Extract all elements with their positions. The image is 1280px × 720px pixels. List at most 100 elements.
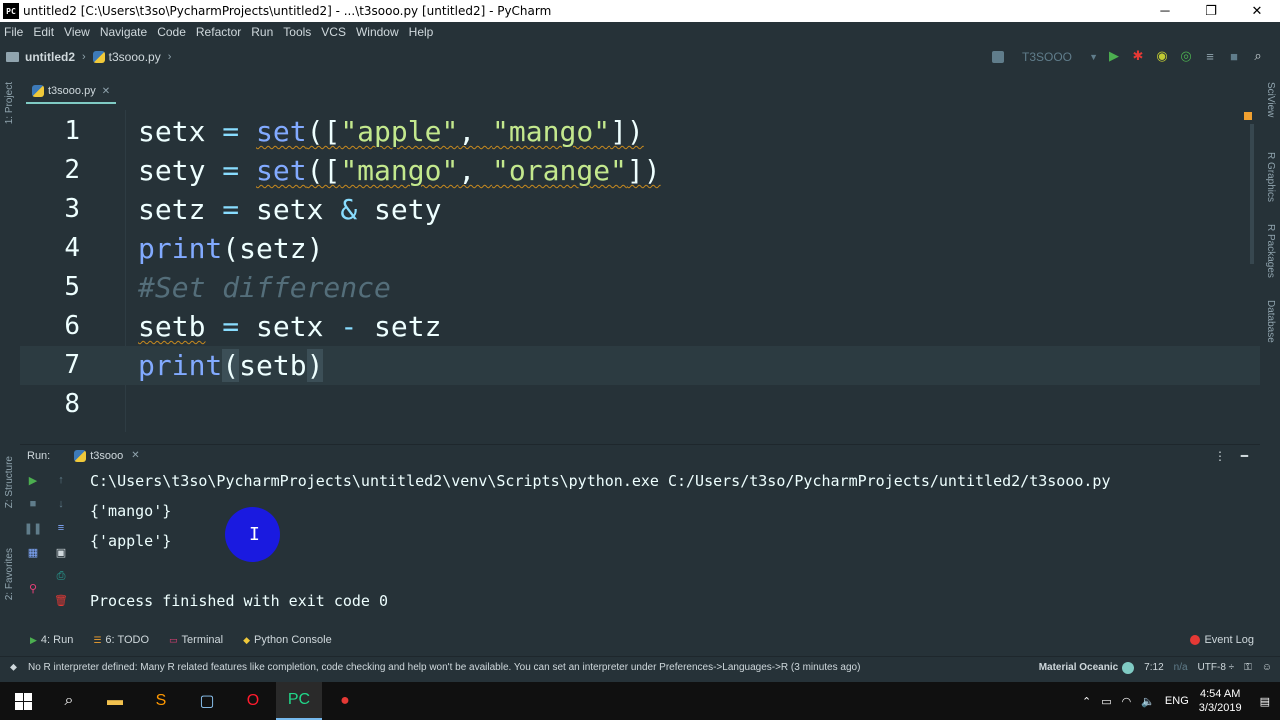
window-app-icon[interactable]: ▢ xyxy=(184,682,230,720)
print-icon[interactable]: ⎙ xyxy=(53,568,69,584)
menu-refactor[interactable]: Refactor xyxy=(196,25,241,39)
python-console-tool-button[interactable]: ◆ Python Console xyxy=(243,634,332,646)
favorites-tool-tab[interactable]: 2: Favorites xyxy=(4,548,15,600)
run-tool-button[interactable]: ▶ 4: Run xyxy=(30,634,73,646)
down-arrow-icon[interactable]: ↓ xyxy=(53,496,69,512)
wifi-icon[interactable]: ◠ xyxy=(1122,695,1132,708)
hide-panel-icon[interactable]: ━ xyxy=(1241,449,1248,463)
run-icon[interactable]: ▶ xyxy=(1106,48,1122,64)
soft-wrap-icon[interactable]: ≡ xyxy=(53,520,69,536)
minimize-button[interactable]: ─ xyxy=(1142,0,1188,22)
file-encoding[interactable]: UTF-8 ÷ xyxy=(1198,662,1235,673)
up-arrow-icon[interactable]: ↑ xyxy=(53,472,69,488)
line-number: 1 xyxy=(64,116,80,146)
pycharm-taskbar-icon[interactable]: PC xyxy=(276,682,322,720)
code-line: 8 xyxy=(20,385,1260,424)
close-button[interactable]: ✕ xyxy=(1234,0,1280,22)
close-icon[interactable]: ✕ xyxy=(102,86,110,97)
window-controls: ─ ❐ ✕ xyxy=(1142,0,1280,22)
warning-marker-icon[interactable] xyxy=(1244,112,1252,120)
folder-icon xyxy=(6,52,19,62)
r-packages-tool-tab[interactable]: R Packages xyxy=(1265,224,1276,278)
line-number: 4 xyxy=(64,233,80,263)
theme-name[interactable]: Material Oceanic xyxy=(1039,662,1118,673)
chevron-right-icon: › xyxy=(82,51,86,63)
breadcrumb-file[interactable]: t3sooo.py xyxy=(109,50,161,64)
recorder-icon[interactable]: ● xyxy=(322,682,368,720)
clock[interactable]: 4:54 AM 3/3/2019 xyxy=(1199,687,1242,715)
search-icon[interactable]: ⌕ xyxy=(46,682,92,720)
search-everywhere-icon[interactable]: ⌕ xyxy=(1250,48,1266,64)
code-line: 3 setz = setx & sety xyxy=(20,190,1260,229)
opera-browser-icon[interactable]: O xyxy=(230,682,276,720)
code-text: sety = set(["mango", "orange"]) xyxy=(138,154,661,187)
line-number: 2 xyxy=(64,155,80,185)
structure-tool-tab[interactable]: Z: Structure xyxy=(4,456,15,508)
database-tool-tab[interactable]: Database xyxy=(1265,300,1276,343)
line-separator[interactable]: n/a xyxy=(1174,662,1188,673)
event-log-button[interactable]: Event Log xyxy=(1190,634,1254,646)
chevron-up-icon[interactable]: ⌃ xyxy=(1082,695,1091,708)
todo-tool-button[interactable]: ☰ 6: TODO xyxy=(93,634,149,646)
sublime-text-icon[interactable]: S xyxy=(138,682,184,720)
file-explorer-icon[interactable]: ▬ xyxy=(92,682,138,720)
menu-edit[interactable]: Edit xyxy=(33,25,54,39)
menu-vcs[interactable]: VCS xyxy=(321,25,346,39)
menu-window[interactable]: Window xyxy=(356,25,399,39)
lock-icon[interactable]: ⚿ xyxy=(1244,662,1252,673)
r-graphics-tool-tab[interactable]: R Graphics xyxy=(1265,152,1276,202)
breadcrumb-project[interactable]: untitled2 xyxy=(25,50,75,64)
debug-icon[interactable]: ✱ xyxy=(1130,48,1146,64)
line-number: 8 xyxy=(64,389,80,419)
menu-help[interactable]: Help xyxy=(409,25,434,39)
stop-icon[interactable]: ■ xyxy=(1226,48,1242,64)
run-configuration-select[interactable]: T3SOOO ▼ xyxy=(986,47,1098,67)
concurrency-icon[interactable]: ≡ xyxy=(1202,48,1218,64)
rerun-icon[interactable]: ▶ xyxy=(25,472,41,488)
volume-icon[interactable]: 🔈 xyxy=(1141,695,1155,708)
menu-navigate[interactable]: Navigate xyxy=(100,25,147,39)
editor-tabs: t3sooo.py ✕ xyxy=(20,78,1260,104)
pin-icon[interactable]: ⚲ xyxy=(25,580,41,596)
run-panel-toolbar: ▶ ↑ ■ ↓ ❚❚ ≡ ▦ ▣ ⎙ ⚲ 🗑 xyxy=(20,466,76,626)
scroll-to-end-icon[interactable]: ▣ xyxy=(53,544,69,560)
inspector-icon[interactable]: ☺ xyxy=(1262,662,1272,673)
menu-run[interactable]: Run xyxy=(251,25,273,39)
battery-icon[interactable]: ▭ xyxy=(1101,695,1111,708)
close-icon[interactable]: ✕ xyxy=(131,450,139,461)
menu-view[interactable]: View xyxy=(64,25,90,39)
run-config-icon xyxy=(992,51,1004,63)
profile-icon[interactable]: ◎ xyxy=(1178,48,1194,64)
editor-scrollbar[interactable] xyxy=(1250,124,1254,264)
project-tool-tab[interactable]: 1: Project xyxy=(4,82,15,124)
run-tab-t3sooo[interactable]: t3sooo ✕ xyxy=(70,445,143,467)
code-line: 1 setx = set(["apple", "mango"]) xyxy=(20,112,1260,151)
status-toggle-icon[interactable]: ⬥ xyxy=(10,662,17,673)
pause-icon[interactable]: ❚❚ xyxy=(24,520,42,536)
caret-position[interactable]: 7:12 xyxy=(1144,662,1163,673)
stop-icon[interactable]: ■ xyxy=(25,496,41,512)
maximize-button[interactable]: ❐ xyxy=(1188,0,1234,22)
editor-tab-t3sooo[interactable]: t3sooo.py ✕ xyxy=(26,80,117,104)
run-panel-label: Run: xyxy=(27,449,51,462)
layout-icon[interactable]: ▦ xyxy=(25,544,41,560)
menu-code[interactable]: Code xyxy=(157,25,186,39)
terminal-tool-button[interactable]: ▭ Terminal xyxy=(169,634,223,646)
language-indicator[interactable]: ENG xyxy=(1165,695,1189,707)
start-button[interactable] xyxy=(0,682,46,720)
todo-tool-label: 6: TODO xyxy=(105,634,150,646)
coverage-icon[interactable]: ◉ xyxy=(1154,48,1170,64)
menu-file[interactable]: File xyxy=(4,25,23,39)
menu-tools[interactable]: Tools xyxy=(283,25,311,39)
trash-icon[interactable]: 🗑 xyxy=(53,592,69,608)
code-editor[interactable]: 1 setx = set(["apple", "mango"]) 2 sety … xyxy=(20,110,1260,432)
clock-time: 4:54 AM xyxy=(1200,688,1241,700)
window-title: untitled2 [C:\Users\t3so\PycharmProjects… xyxy=(23,4,552,18)
sciview-tool-tab[interactable]: SciView xyxy=(1265,82,1276,117)
todo-icon: ☰ xyxy=(93,634,102,645)
console-line: Process finished with exit code 0 xyxy=(90,592,389,610)
more-options-icon[interactable]: ⋮ xyxy=(1214,449,1226,463)
python-console-icon: ◆ xyxy=(243,634,251,645)
status-message[interactable]: No R interpreter defined: Many R related… xyxy=(28,662,860,673)
notification-icon[interactable]: ▤ xyxy=(1260,695,1270,708)
